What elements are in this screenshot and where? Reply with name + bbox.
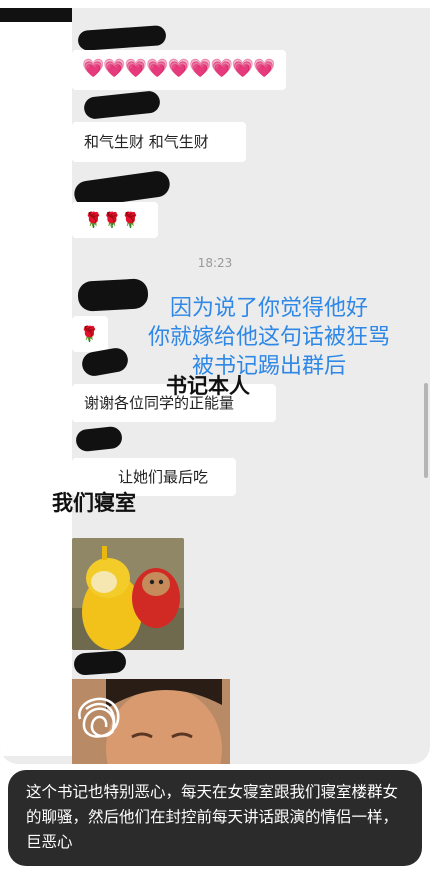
blue-annotation-line: 你就嫁给他这句话被狂骂 (147, 325, 390, 350)
message-bubble-hearts[interactable]: 💗💗💗💗💗💗💗💗💗 (72, 50, 286, 90)
teletubbies-sticker-image[interactable] (72, 538, 184, 650)
blue-annotation: 因为说了你觉得他好 你就嫁给他这句话被狂骂 被书记踢出群后 (128, 294, 410, 381)
rose-emoji-text: 🌹 (80, 325, 99, 343)
dorm-label: 我们寝室 (52, 491, 136, 515)
redaction-scribble (73, 650, 127, 676)
redaction-scribble (74, 425, 124, 453)
message-bubble-roses[interactable]: 🌹🌹🌹 (72, 202, 158, 238)
chat-panel: 💗💗💗💗💗💗💗💗💗 和气生财 和气生财 🌹🌹🌹 18:23 🌹 谢谢各位同学的正… (0, 8, 430, 764)
blue-annotation-line: 因为说了你觉得他好 (169, 296, 368, 321)
caption-text: 这个书记也特别恶心，每天在女寝室跟我们寝室楼群女的聊骚，然后他们在封控前每天讲话… (26, 783, 399, 851)
roses-emoji-text: 🌹🌹🌹 (84, 211, 141, 229)
message-bubble[interactable]: 和气生财 和气生财 (72, 122, 246, 162)
sticker-illustration (72, 538, 184, 650)
redaction-scribble (77, 24, 167, 52)
chat-timestamp: 18:23 (197, 256, 233, 270)
message-text: 和气生财 和气生财 (84, 133, 209, 151)
scrollbar[interactable] (424, 383, 428, 478)
message-text: 让她们最后吃 (118, 468, 209, 486)
caption-box: 这个书记也特别恶心，每天在女寝室跟我们寝室楼群女的聊骚，然后他们在封控前每天讲话… (8, 770, 422, 866)
cropped-left-area (0, 8, 72, 756)
message-bubble-rose[interactable]: 🌹 (72, 316, 108, 352)
redaction-block (0, 8, 72, 22)
redaction-scribble (83, 90, 161, 120)
face-photo[interactable] (72, 679, 230, 764)
photo-illustration (72, 679, 230, 764)
secretary-label: 书记本人 (166, 374, 250, 398)
hearts-emoji-text: 💗💗💗💗💗💗💗💗💗 (82, 58, 276, 79)
